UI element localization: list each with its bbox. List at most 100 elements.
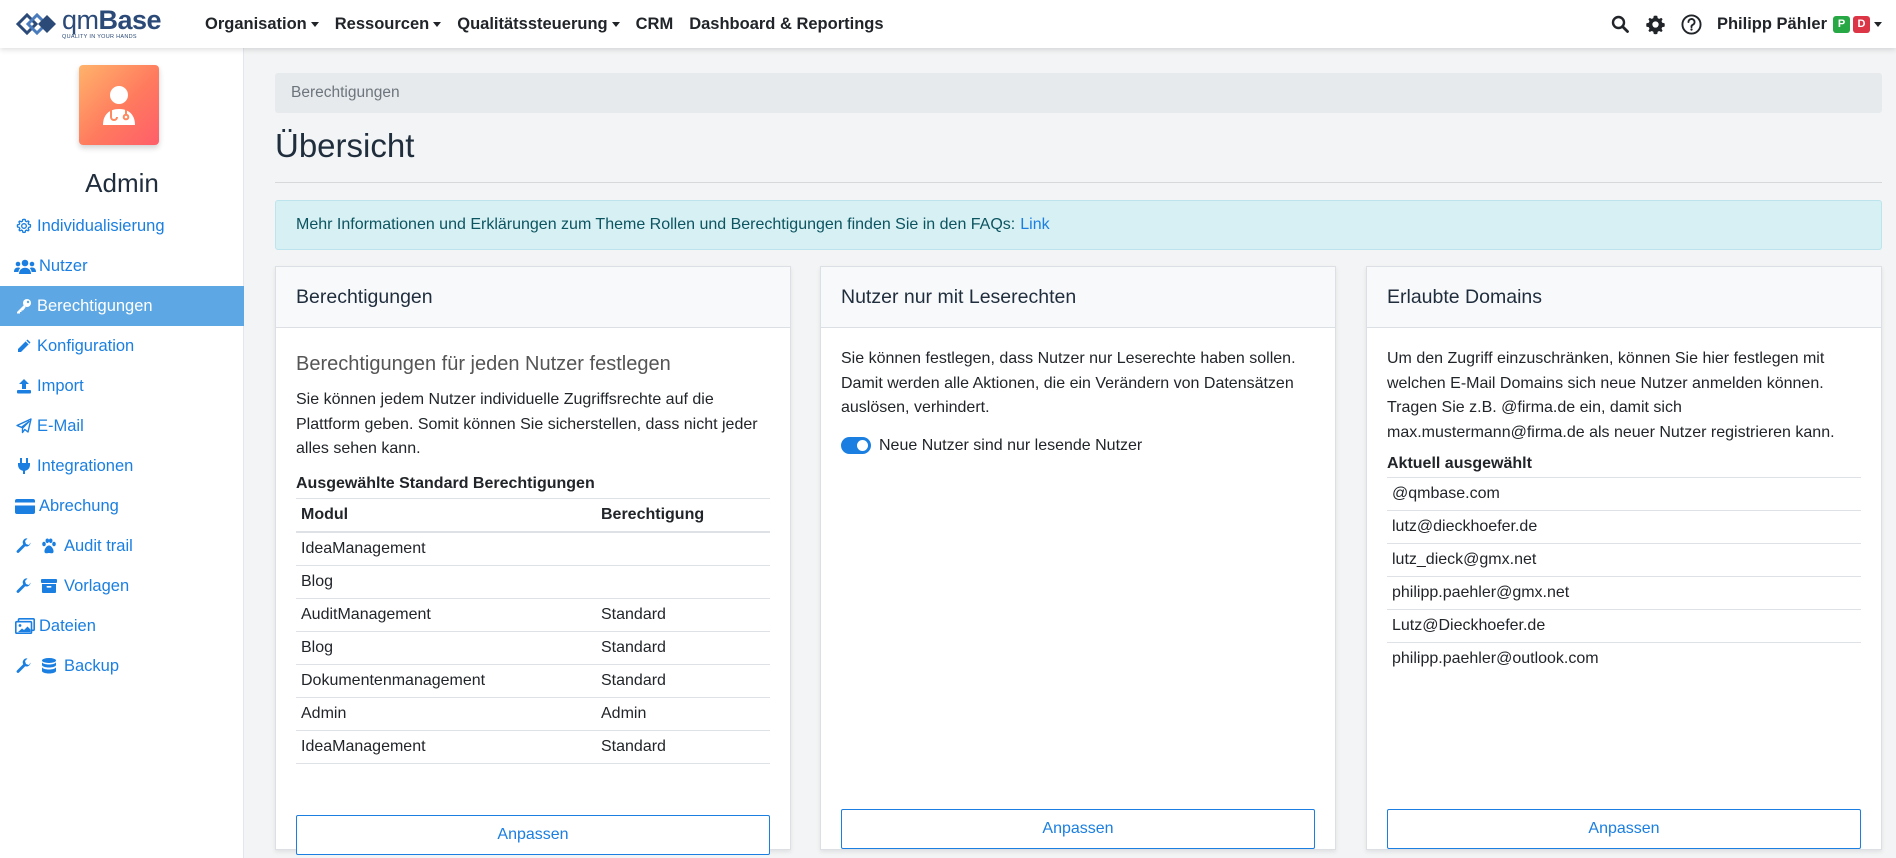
table-header-row: Modul Berechtigung (296, 497, 770, 533)
brand-logo[interactable]: qmBase QUALITY IN YOUR HANDS (14, 4, 184, 44)
sidebar-item-label: Audit trail (64, 536, 133, 555)
credit-card-icon (14, 498, 36, 514)
breadcrumb: Berechtigungen (275, 73, 1882, 113)
sidebar-item-nutzer[interactable]: Nutzer (0, 246, 244, 286)
sidebar-item-label: Individualisierung (37, 216, 165, 235)
upload-icon (14, 378, 34, 394)
table-row: IdeaManagement (296, 532, 770, 566)
column-header-berechtigung: Berechtigung (596, 497, 770, 533)
key-icon (14, 298, 34, 314)
column-header-modul: Modul (296, 497, 596, 533)
sidebar-item-import[interactable]: Import (0, 366, 244, 406)
gear-icon[interactable] (1645, 13, 1667, 35)
nav-ressourcen[interactable]: Ressourcen (334, 14, 442, 34)
paw-icon (39, 538, 59, 554)
nav-item-label: Ressourcen (334, 14, 430, 33)
chevron-down-icon (611, 21, 620, 27)
admin-avatar (79, 65, 159, 145)
brand-name-prefix: qm (62, 5, 99, 36)
toggle-label: Neue Nutzer sind nur lesende Nutzer (879, 436, 1143, 454)
sidebar-item-backup[interactable]: Backup (0, 646, 244, 686)
users-icon (14, 259, 36, 274)
wrench-icon (14, 538, 34, 554)
chevron-down-icon (433, 21, 442, 27)
doctor-icon (103, 86, 135, 125)
table-row: Blog Standard (296, 631, 770, 665)
top-navbar: qmBase QUALITY IN YOUR HANDS Organisatio… (0, 0, 1896, 48)
nav-crm[interactable]: CRM (636, 15, 674, 34)
table-row: IdeaManagement Standard (296, 730, 770, 764)
cell-modul: AuditManagement (296, 598, 596, 632)
cell-modul: Admin (296, 697, 596, 731)
sidebar-item-berechtigungen[interactable]: Berechtigungen (0, 286, 244, 326)
anpassen-permissions-button[interactable]: Anpassen (296, 815, 770, 855)
card-title: Berechtigungen (276, 267, 790, 328)
user-name: Philipp Pähler (1716, 14, 1827, 33)
card-lead: Berechtigungen für jeden Nutzer festlege… (296, 353, 671, 375)
nav-dashboard-reportings[interactable]: Dashboard & Reportings (689, 15, 883, 34)
cell-berechtigung: Admin (596, 697, 770, 731)
pencil-icon (14, 338, 34, 354)
user-badge-p: P (1833, 15, 1850, 33)
card-description: Sie können jedem Nutzer individuelle Zug… (296, 391, 758, 457)
list-item: philipp.paehler@outlook.com (1387, 642, 1861, 675)
table-row: Admin Admin (296, 697, 770, 731)
user-badge-d: D (1853, 15, 1870, 33)
cell-modul: Blog (296, 631, 596, 665)
sidebar-item-label: Vorlagen (64, 576, 130, 595)
sidebar-item-konfiguration[interactable]: Konfiguration (0, 326, 244, 366)
chevron-down-icon (310, 21, 319, 27)
help-icon[interactable] (1681, 13, 1703, 35)
card-description: Sie können festlegen, dass Nutzer nur Le… (841, 350, 1296, 416)
cell-modul: Dokumentenmanagement (296, 664, 596, 698)
sidebar-item-individualisierung[interactable]: Individualisierung (0, 206, 244, 246)
nav-organisation[interactable]: Organisation (205, 15, 319, 34)
sidebar-item-email[interactable]: E-Mail (0, 406, 244, 446)
card-title: Nutzer nur mit Leserechten (821, 267, 1335, 328)
cell-modul: IdeaManagement (296, 730, 596, 764)
alert-text: Mehr Informationen und Erklärungen zum T… (296, 216, 1016, 233)
user-menu[interactable]: Philipp Pähler P D (1717, 15, 1882, 34)
table-row: Dokumentenmanagement Standard (296, 664, 770, 698)
divider (275, 182, 1882, 183)
images-icon (14, 618, 36, 634)
anpassen-readonly-button[interactable]: Anpassen (841, 809, 1315, 849)
nav-item-label: Dashboard & Reportings (689, 14, 884, 33)
cell-berechtigung: Standard (596, 664, 770, 698)
faq-link[interactable]: Link (1020, 216, 1049, 234)
cell-berechtigung (596, 532, 770, 566)
permissions-card: Berechtigungen Berechtigungen für jeden … (275, 266, 791, 855)
sidebar-menu: Individualisierung Nutzer Berechtigungen… (0, 206, 244, 686)
wrench-icon (14, 578, 34, 594)
list-item: lutz_dieck@gmx.net (1387, 543, 1861, 576)
nav-qualitaetssteuerung[interactable]: Qualitätssteuerung (457, 15, 620, 34)
card-title: Erlaubte Domains (1367, 267, 1881, 328)
sidebar-title: Admin (85, 168, 159, 198)
sidebar-item-abrechung[interactable]: Abrechung (0, 486, 244, 526)
readonly-toggle-switch[interactable] (841, 437, 871, 454)
sidebar-item-label: Import (37, 376, 84, 395)
table-row: Blog (296, 565, 770, 599)
search-icon[interactable] (1609, 13, 1631, 35)
nav-item-label: CRM (635, 14, 674, 33)
wrench-icon (14, 658, 34, 674)
sidebar-item-audit-trail[interactable]: Audit trail (0, 526, 244, 566)
cell-modul: Blog (296, 565, 596, 599)
sidebar-item-label: Abrechung (39, 496, 119, 515)
table-row: AuditManagement Standard (296, 598, 770, 632)
readonly-card: Nutzer nur mit Leserechten Sie können fe… (820, 266, 1336, 850)
breadcrumb-item[interactable]: Berechtigungen (291, 84, 400, 102)
readonly-toggle-row: Neue Nutzer sind nur lesende Nutzer (841, 437, 1315, 455)
brand-tagline: QUALITY IN YOUR HANDS (62, 34, 137, 41)
sidebar-item-label: E-Mail (37, 416, 84, 435)
sidebar-item-vorlagen[interactable]: Vorlagen (0, 566, 244, 606)
sidebar-item-label: Integrationen (37, 456, 134, 475)
sidebar-item-label: Konfiguration (37, 336, 135, 355)
nav-right: Philipp Pähler P D (1595, 13, 1882, 35)
anpassen-domains-button[interactable]: Anpassen (1387, 809, 1861, 849)
table-caption: Ausgewählte Standard Berechtigungen (296, 474, 595, 492)
archive-box-icon (39, 578, 59, 594)
sidebar-item-integrationen[interactable]: Integrationen (0, 446, 244, 486)
sidebar-item-dateien[interactable]: Dateien (0, 606, 244, 646)
page-title: Übersicht (275, 127, 415, 164)
